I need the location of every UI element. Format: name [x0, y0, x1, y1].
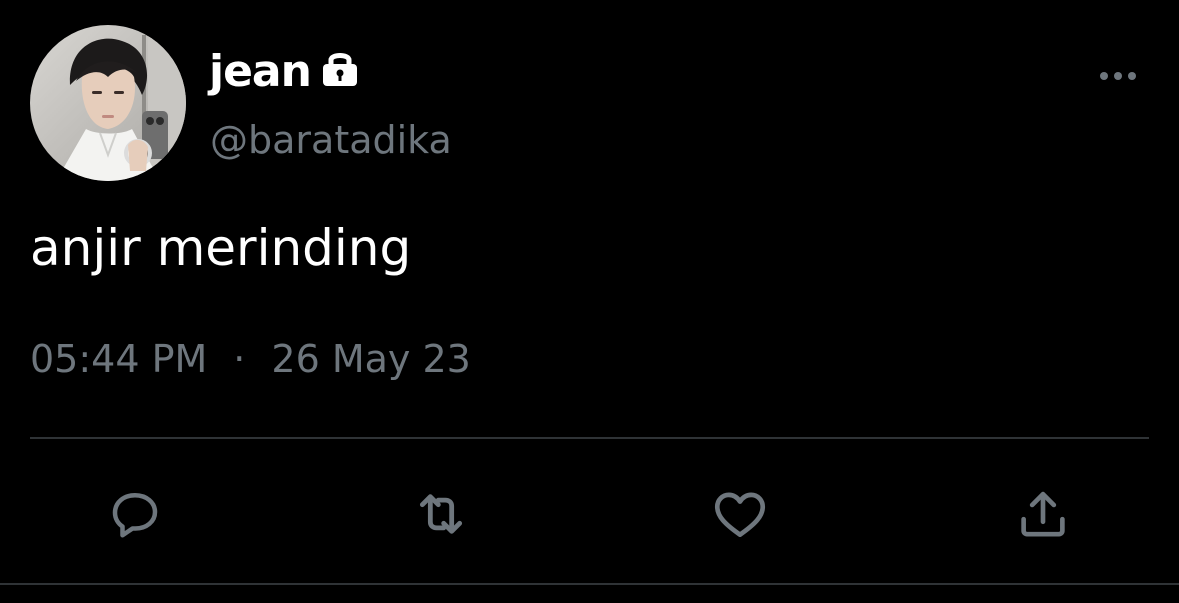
lock-icon	[319, 48, 361, 92]
share-button[interactable]	[1011, 482, 1075, 546]
reply-icon	[112, 493, 158, 538]
avatar[interactable]	[30, 25, 186, 181]
avatar-photo	[30, 25, 186, 181]
tweet-timestamp[interactable]: 05:44 PM · 26 May 23	[30, 337, 471, 383]
tweet-time: 05:44 PM	[30, 337, 208, 381]
retweet-button[interactable]	[409, 482, 473, 546]
divider	[30, 437, 1149, 439]
author-handle[interactable]: @baratadika	[210, 118, 452, 164]
retweet-icon	[419, 494, 463, 534]
like-button[interactable]	[708, 482, 772, 546]
tweet-text: anjir merinding	[30, 219, 412, 277]
bottom-divider	[0, 583, 1179, 585]
more-options-button[interactable]	[1094, 62, 1142, 90]
tweet-date: 26 May 23	[271, 337, 471, 381]
reply-button[interactable]	[103, 482, 167, 546]
display-name[interactable]: jean	[209, 50, 312, 94]
heart-icon	[714, 492, 766, 537]
author-name-row[interactable]: jean	[209, 42, 361, 102]
share-icon	[1021, 491, 1065, 537]
more-horizontal-icon	[1100, 72, 1136, 80]
meta-separator: ·	[233, 337, 246, 381]
